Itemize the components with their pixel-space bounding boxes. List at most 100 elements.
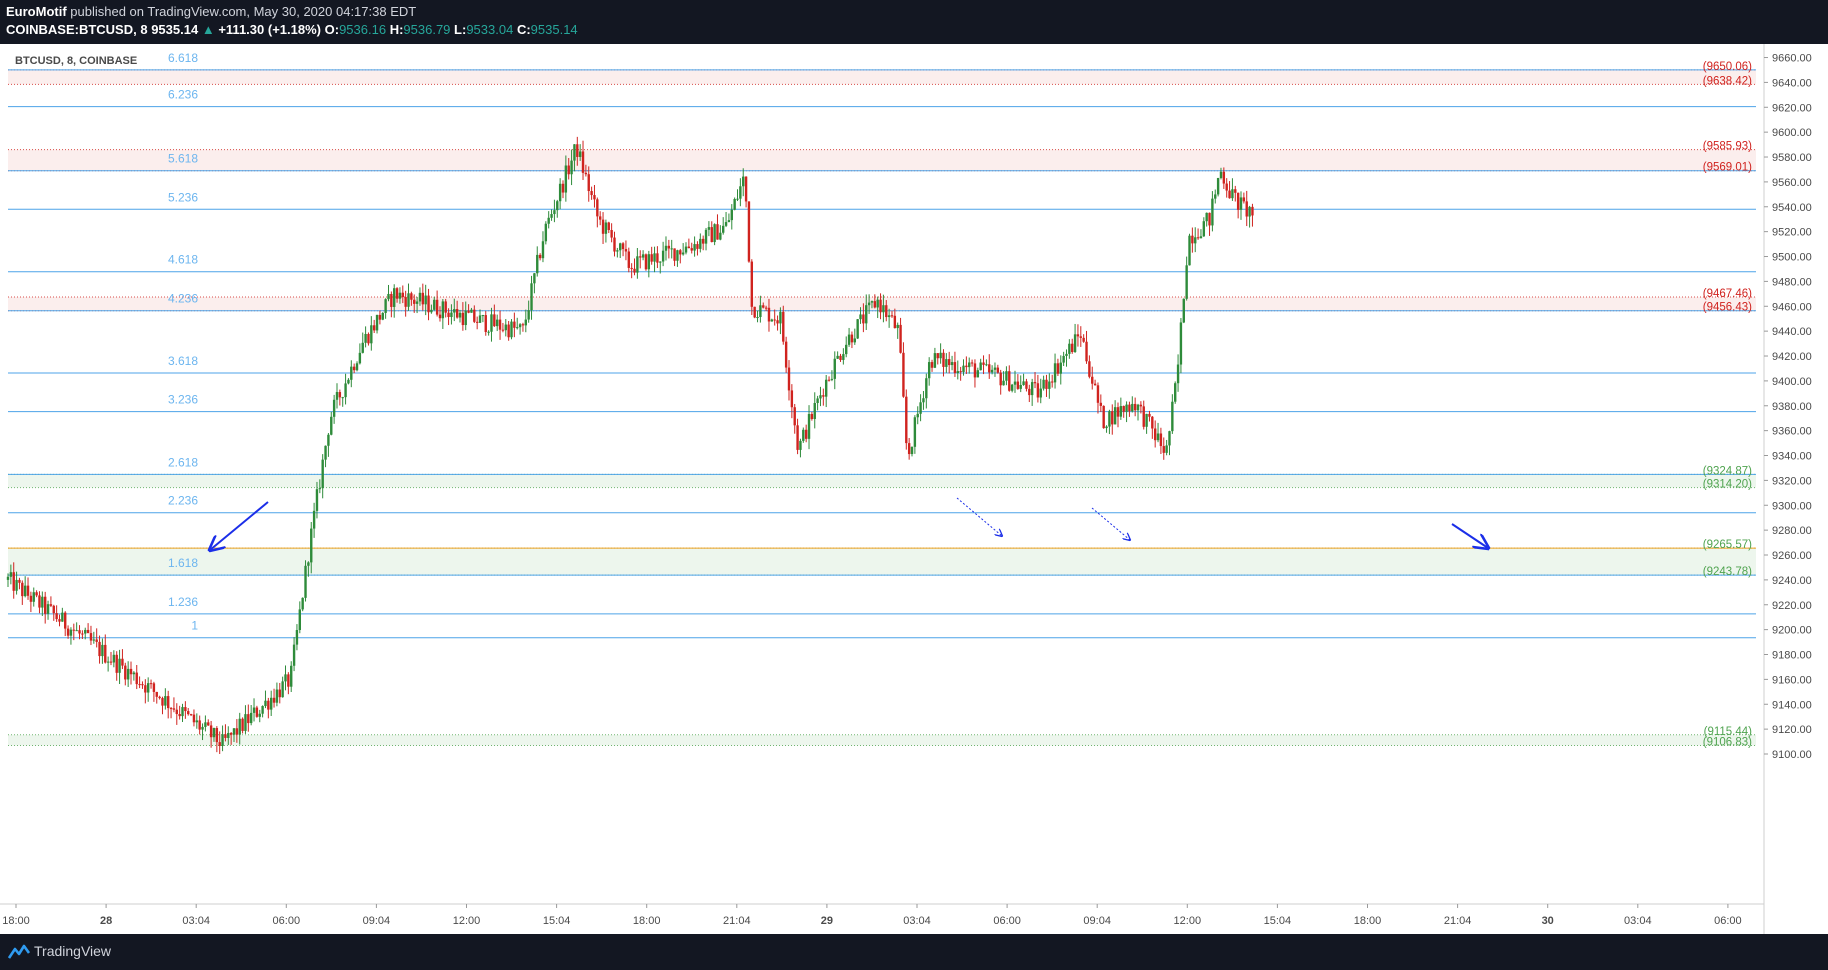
candle-up <box>530 283 533 311</box>
candle-down <box>893 315 897 329</box>
candle-down <box>656 253 659 263</box>
candle-up <box>112 654 116 663</box>
candle-down <box>885 305 888 318</box>
candle-up <box>292 644 296 666</box>
candle-up <box>739 186 742 199</box>
candle-down <box>762 305 765 308</box>
candle-down <box>95 639 98 642</box>
candle-up <box>398 292 402 299</box>
candle-down <box>667 245 671 249</box>
candle-up <box>1039 388 1042 398</box>
candle-up <box>933 353 937 368</box>
candle-down <box>1208 212 1211 226</box>
candle-up <box>816 398 819 403</box>
candle-up <box>1239 197 1243 210</box>
candle-down <box>189 714 193 716</box>
candle-down <box>224 734 227 738</box>
candle-up <box>15 579 18 591</box>
candle-down <box>513 321 516 328</box>
candle-down <box>581 151 585 173</box>
candle-up <box>327 434 330 446</box>
candle-up <box>23 585 27 597</box>
candle-up <box>830 378 834 380</box>
candle-up <box>298 609 302 631</box>
candle-up <box>553 210 556 215</box>
price-tick-label: 9500.00 <box>1772 252 1812 264</box>
candle-up <box>727 220 731 223</box>
candle-up <box>742 176 745 187</box>
fib-label: 6.618 <box>168 51 198 65</box>
candle-down <box>467 310 470 313</box>
candle-down <box>272 697 276 703</box>
candle-down <box>988 364 991 373</box>
price-chart[interactable]: 6.618 6.236 5.618 5.236 4.618 4.236 3.618 3.236… <box>0 44 1828 934</box>
time-tick-label: 03:04 <box>1624 915 1652 927</box>
candle-up <box>433 299 436 310</box>
candle-down <box>999 372 1002 386</box>
candle-up <box>527 310 530 320</box>
price-axis[interactable]: 9100.00 9120.00 9140.00 9160.00 9180.00 9200.… <box>1764 53 1812 761</box>
candle-up <box>859 314 862 320</box>
candle-up <box>9 572 13 577</box>
candle-up <box>364 333 367 343</box>
candle-up <box>564 165 568 193</box>
footer-brand[interactable]: TradingView <box>34 943 111 959</box>
candle-down <box>1085 341 1088 362</box>
price-tick-label: 9360.00 <box>1772 426 1812 438</box>
candle-down <box>782 311 785 342</box>
candle-up <box>84 629 87 634</box>
candle-up <box>847 334 851 345</box>
author-name[interactable]: EuroMotif <box>6 4 67 19</box>
candle-down <box>776 320 779 324</box>
candle-up <box>819 395 822 399</box>
candle-down <box>1102 405 1105 429</box>
candle-up <box>1182 298 1185 323</box>
candle-up <box>945 359 948 367</box>
candle-up <box>146 683 150 693</box>
candle-up <box>619 243 622 251</box>
zone-band-resistance <box>8 69 1756 85</box>
candle-down <box>390 293 393 307</box>
candle-down <box>135 672 138 685</box>
low-label: L: <box>454 22 467 37</box>
fib-label: 4.236 <box>168 292 198 306</box>
chart-background <box>0 44 1764 934</box>
fib-label: 5.236 <box>168 190 198 204</box>
open-value: 9536.16 <box>339 22 387 37</box>
candle-down <box>650 254 653 262</box>
candle-down <box>1028 388 1031 396</box>
time-tick-label: 06:00 <box>993 915 1021 927</box>
candle-up <box>1013 381 1017 385</box>
candle-down <box>1133 403 1137 411</box>
candle-down <box>447 312 450 318</box>
candle-down <box>1139 404 1143 407</box>
candle-up <box>510 321 513 338</box>
candle-down <box>29 595 33 602</box>
candle-up <box>641 254 645 258</box>
zone-price-label: (9243.78) <box>1703 566 1752 578</box>
candle-up <box>524 319 528 326</box>
candle-down <box>1111 411 1114 425</box>
candle-up <box>264 700 267 707</box>
candle-up <box>681 252 685 255</box>
candle-down <box>710 227 713 243</box>
candle-down <box>152 683 156 692</box>
candle-up <box>335 392 339 400</box>
candle-up <box>1219 171 1223 179</box>
candle-down <box>26 585 30 596</box>
candle-down <box>561 183 565 193</box>
candle-down <box>1225 183 1228 191</box>
candle-down <box>49 604 53 606</box>
candle-down <box>965 365 968 368</box>
last-price: 9535.14 <box>151 22 199 37</box>
tradingview-logo-icon[interactable] <box>8 944 30 960</box>
symbol-label: COINBASE:BTCUSD, 8 <box>6 22 148 37</box>
candle-down <box>1148 413 1151 417</box>
candle-up <box>759 305 762 318</box>
candle-down <box>43 596 47 614</box>
candle-down <box>1116 407 1120 417</box>
candle-up <box>616 250 619 252</box>
candle-down <box>673 248 676 261</box>
candle-up <box>310 528 313 563</box>
candle-up <box>661 250 665 262</box>
